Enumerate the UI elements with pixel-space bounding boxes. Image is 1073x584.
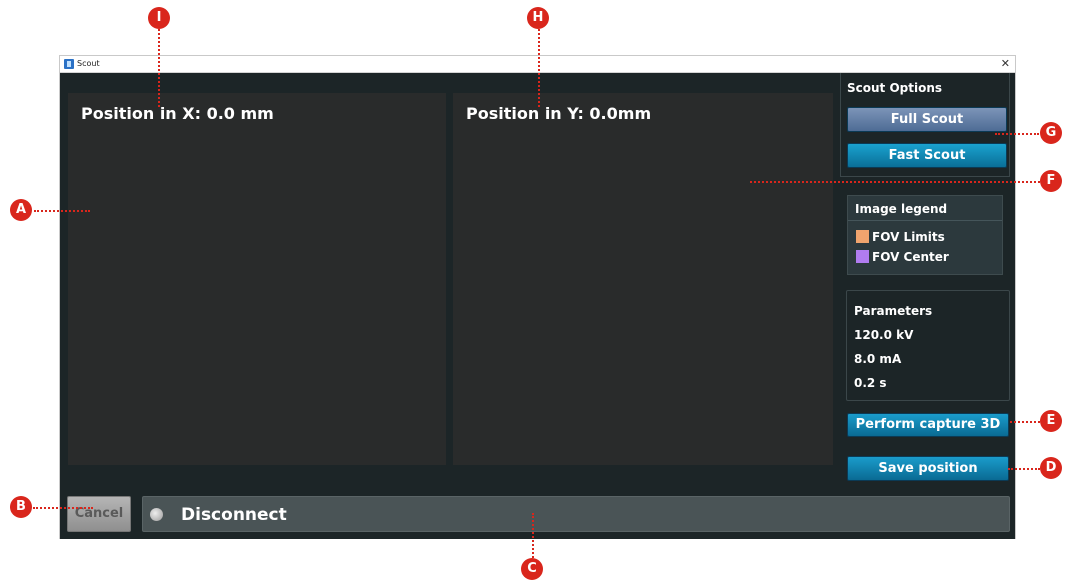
callout-i: I: [148, 7, 170, 29]
legend-item-fov-center: FOV Center: [856, 250, 949, 264]
status-bar: Disconnect: [142, 496, 1010, 532]
full-scout-button[interactable]: Full Scout: [847, 107, 1007, 132]
legend-label-fov-center: FOV Center: [872, 250, 949, 264]
y-view-panel[interactable]: Position in Y: 0.0mm: [453, 93, 833, 465]
image-legend: Image legend FOV Limits FOV Center: [847, 195, 1003, 275]
legend-title: Image legend: [848, 196, 1002, 221]
callout-line-i: [158, 29, 160, 107]
callout-g: G: [1040, 122, 1062, 144]
parameters-title: Parameters: [854, 304, 933, 318]
status-indicator-icon: [150, 508, 163, 521]
close-icon[interactable]: ✕: [1001, 57, 1010, 70]
callout-c: C: [521, 558, 543, 580]
callout-d: D: [1040, 457, 1062, 479]
callout-line-b: [33, 507, 93, 509]
callout-h: H: [527, 7, 549, 29]
param-kv: 120.0 kV: [854, 328, 914, 342]
save-position-button[interactable]: Save position: [847, 456, 1009, 481]
scout-options-title: Scout Options: [847, 81, 943, 95]
param-time: 0.2 s: [854, 376, 887, 390]
app-icon: [64, 59, 74, 69]
scout-options-group: Scout Options Full Scout Fast Scout: [840, 73, 1010, 177]
cancel-button[interactable]: Cancel: [67, 496, 131, 532]
callout-line-d: [1008, 468, 1040, 470]
x-view-panel[interactable]: Position in X: 0.0 mm: [68, 93, 446, 465]
callout-line-c: [532, 513, 534, 558]
callout-line-f: [750, 181, 1040, 183]
swatch-fov-center: [856, 250, 869, 263]
callout-line-a: [34, 210, 90, 212]
window-title: Scout: [77, 59, 100, 68]
callout-e: E: [1040, 410, 1062, 432]
perform-capture-3d-button[interactable]: Perform capture 3D: [847, 413, 1009, 437]
swatch-fov-limits: [856, 230, 869, 243]
callout-line-e: [1010, 421, 1040, 423]
param-ma: 8.0 mA: [854, 352, 902, 366]
scout-window: Scout ✕ Position in X: 0.0 mm Position i…: [59, 55, 1016, 539]
position-y-label: Position in Y: 0.0mm: [466, 104, 652, 123]
callout-a: A: [10, 199, 32, 221]
callout-line-g: [995, 133, 1039, 135]
legend-item-fov-limits: FOV Limits: [856, 230, 945, 244]
legend-label-fov-limits: FOV Limits: [872, 230, 945, 244]
parameters-group: Parameters 120.0 kV 8.0 mA 0.2 s: [846, 290, 1010, 401]
callout-f: F: [1040, 170, 1062, 192]
callout-line-h: [538, 29, 540, 107]
annotated-screenshot: Scout ✕ Position in X: 0.0 mm Position i…: [0, 0, 1073, 584]
position-x-label: Position in X: 0.0 mm: [81, 104, 274, 123]
callout-b: B: [10, 496, 32, 518]
fast-scout-button[interactable]: Fast Scout: [847, 143, 1007, 168]
status-text: Disconnect: [181, 505, 287, 525]
window-body: Position in X: 0.0 mm Position in Y: 0.0…: [60, 73, 1015, 539]
